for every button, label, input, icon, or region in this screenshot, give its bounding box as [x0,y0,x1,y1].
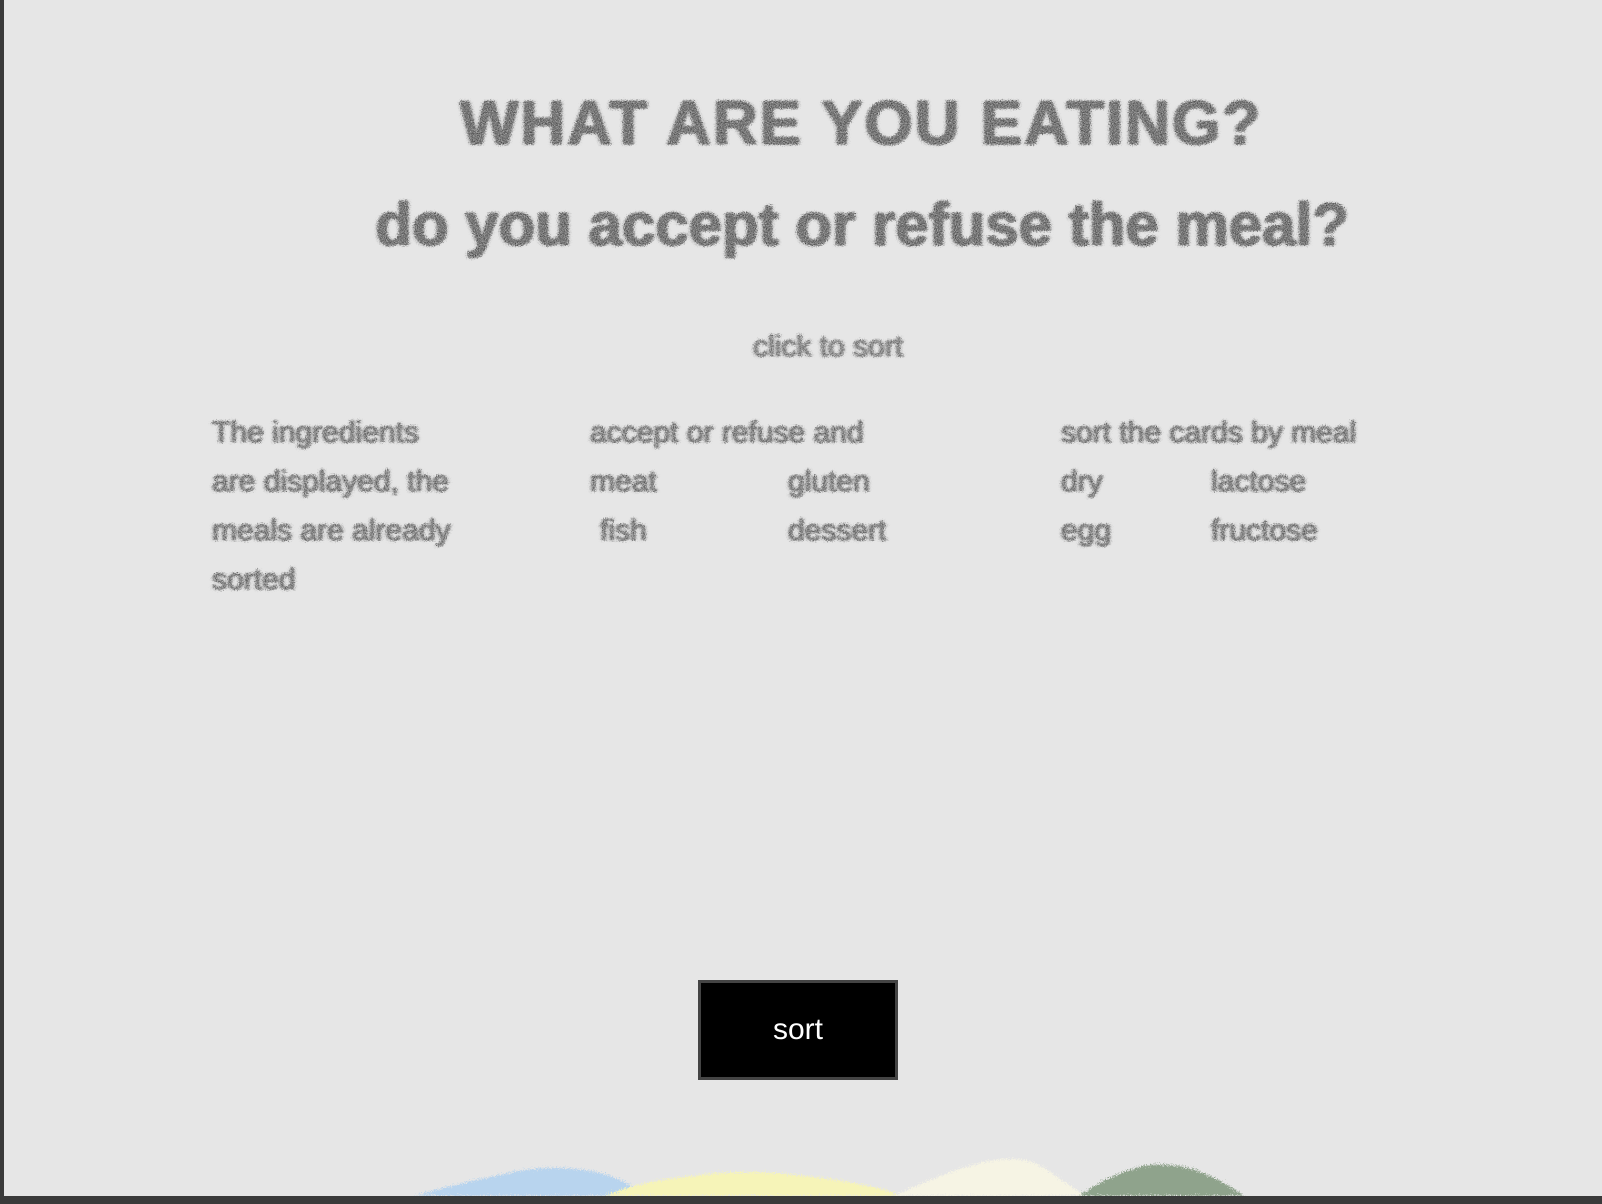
categories-intro-line: accept or refuse and [590,416,864,449]
sort-button[interactable]: sort [698,980,898,1080]
category-label: fish [600,514,647,547]
instructions-column: The ingredients are displayed, the meals… [212,408,524,604]
instructions-line: are displayed, the [212,465,449,498]
decorative-hills [414,1159,1244,1196]
category-label: egg [1061,514,1112,547]
hill-cream [894,1159,1084,1196]
instructions-line: The ingredients [212,416,419,449]
categories-column-right: sort the cards by meal dry lactose egg f… [1061,408,1431,555]
page-subheading: click to sort [752,330,904,363]
instructions-line: sorted [212,563,296,596]
category-label: dessert [788,514,887,547]
hill-green [1079,1164,1244,1196]
page-frame: What are you eating? do you accept or re… [0,0,1602,1204]
category-label: meat [590,465,657,498]
category-label: fructose [1211,514,1318,547]
instructions-line: meals are already [212,514,451,547]
category-label: gluten [788,465,870,498]
page-question: do you accept or refuse the meal? [375,191,1349,258]
categories-intro-line: sort the cards by meal [1061,416,1357,449]
page-title: What are you eating? [459,89,1263,158]
category-label: lactose [1211,465,1307,498]
hill-blue [414,1167,644,1196]
category-label: dry [1061,465,1103,498]
categories-column-left: accept or refuse and meat gluten fish de… [590,408,970,555]
hill-yellow [604,1172,904,1196]
